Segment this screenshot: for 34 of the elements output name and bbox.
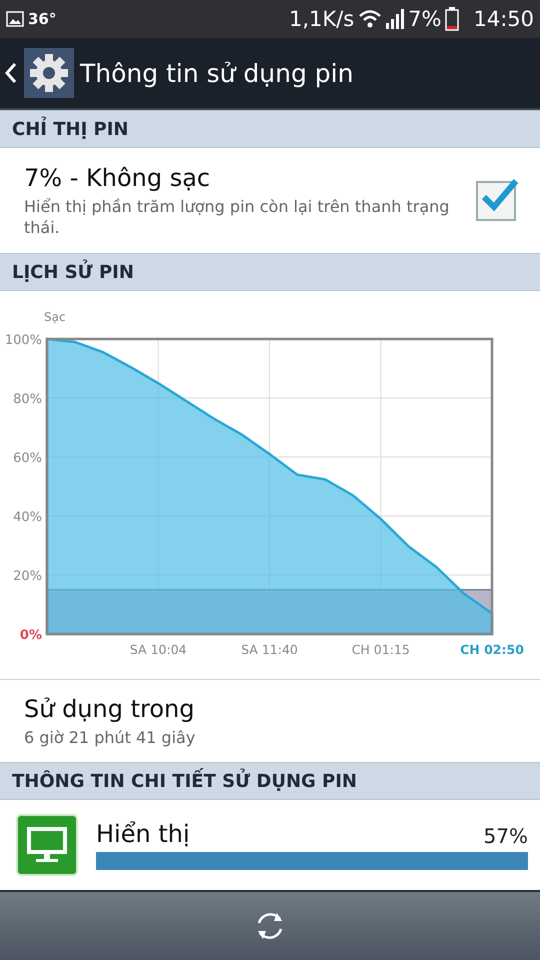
setting-title: 7% - Không sạc (24, 164, 212, 192)
checkbox[interactable] (476, 180, 516, 220)
usage-title: Sử dụng trong (24, 694, 196, 722)
section-title: THÔNG TIN CHI TIẾT SỬ DỤNG PIN (12, 770, 357, 792)
network-speed: 1,1K/s (288, 7, 354, 31)
axis-label: Sạc (44, 310, 66, 324)
usage-duration: 6 giờ 21 phút 41 giây (24, 726, 196, 748)
axis-tick: SA 11:40 (241, 642, 298, 657)
axis-tick: 80% (13, 392, 42, 407)
usage-item[interactable]: Hiển thị 57% (0, 800, 540, 890)
back-icon[interactable] (4, 62, 18, 84)
axis-tick: CH 01:15 (352, 642, 410, 657)
section-title: LỊCH SỬ PIN (12, 262, 134, 282)
axis-tick: 0% (20, 628, 42, 643)
battery-icon (445, 7, 460, 31)
screen-title: Thông tin sử dụng pin (80, 58, 354, 88)
battery-percent: 7% (408, 7, 442, 31)
signal-icon (386, 9, 404, 29)
setting-summary: Hiển thị phần trăm lượng pin còn lại trên thanh trạng thái. (24, 196, 450, 238)
axis-tick: SA 10:04 (130, 642, 187, 657)
section-title: CHỈ THỊ PIN (12, 118, 128, 140)
usage-percent: 57% (484, 824, 528, 848)
app-name: Hiển thị (96, 820, 190, 848)
axis-tick: 20% (13, 569, 42, 584)
wifi-icon (358, 9, 382, 29)
temperature-text: 36° (28, 10, 56, 28)
axis-tick: CH 02:50 (460, 642, 524, 657)
monitor-icon (16, 814, 78, 876)
picture-icon (6, 11, 24, 27)
settings-icon (24, 48, 74, 98)
axis-tick: 40% (13, 510, 42, 525)
axis-tick: 100% (4, 333, 42, 348)
axis-tick: 60% (13, 451, 42, 466)
clock: 14:50 (473, 7, 534, 31)
